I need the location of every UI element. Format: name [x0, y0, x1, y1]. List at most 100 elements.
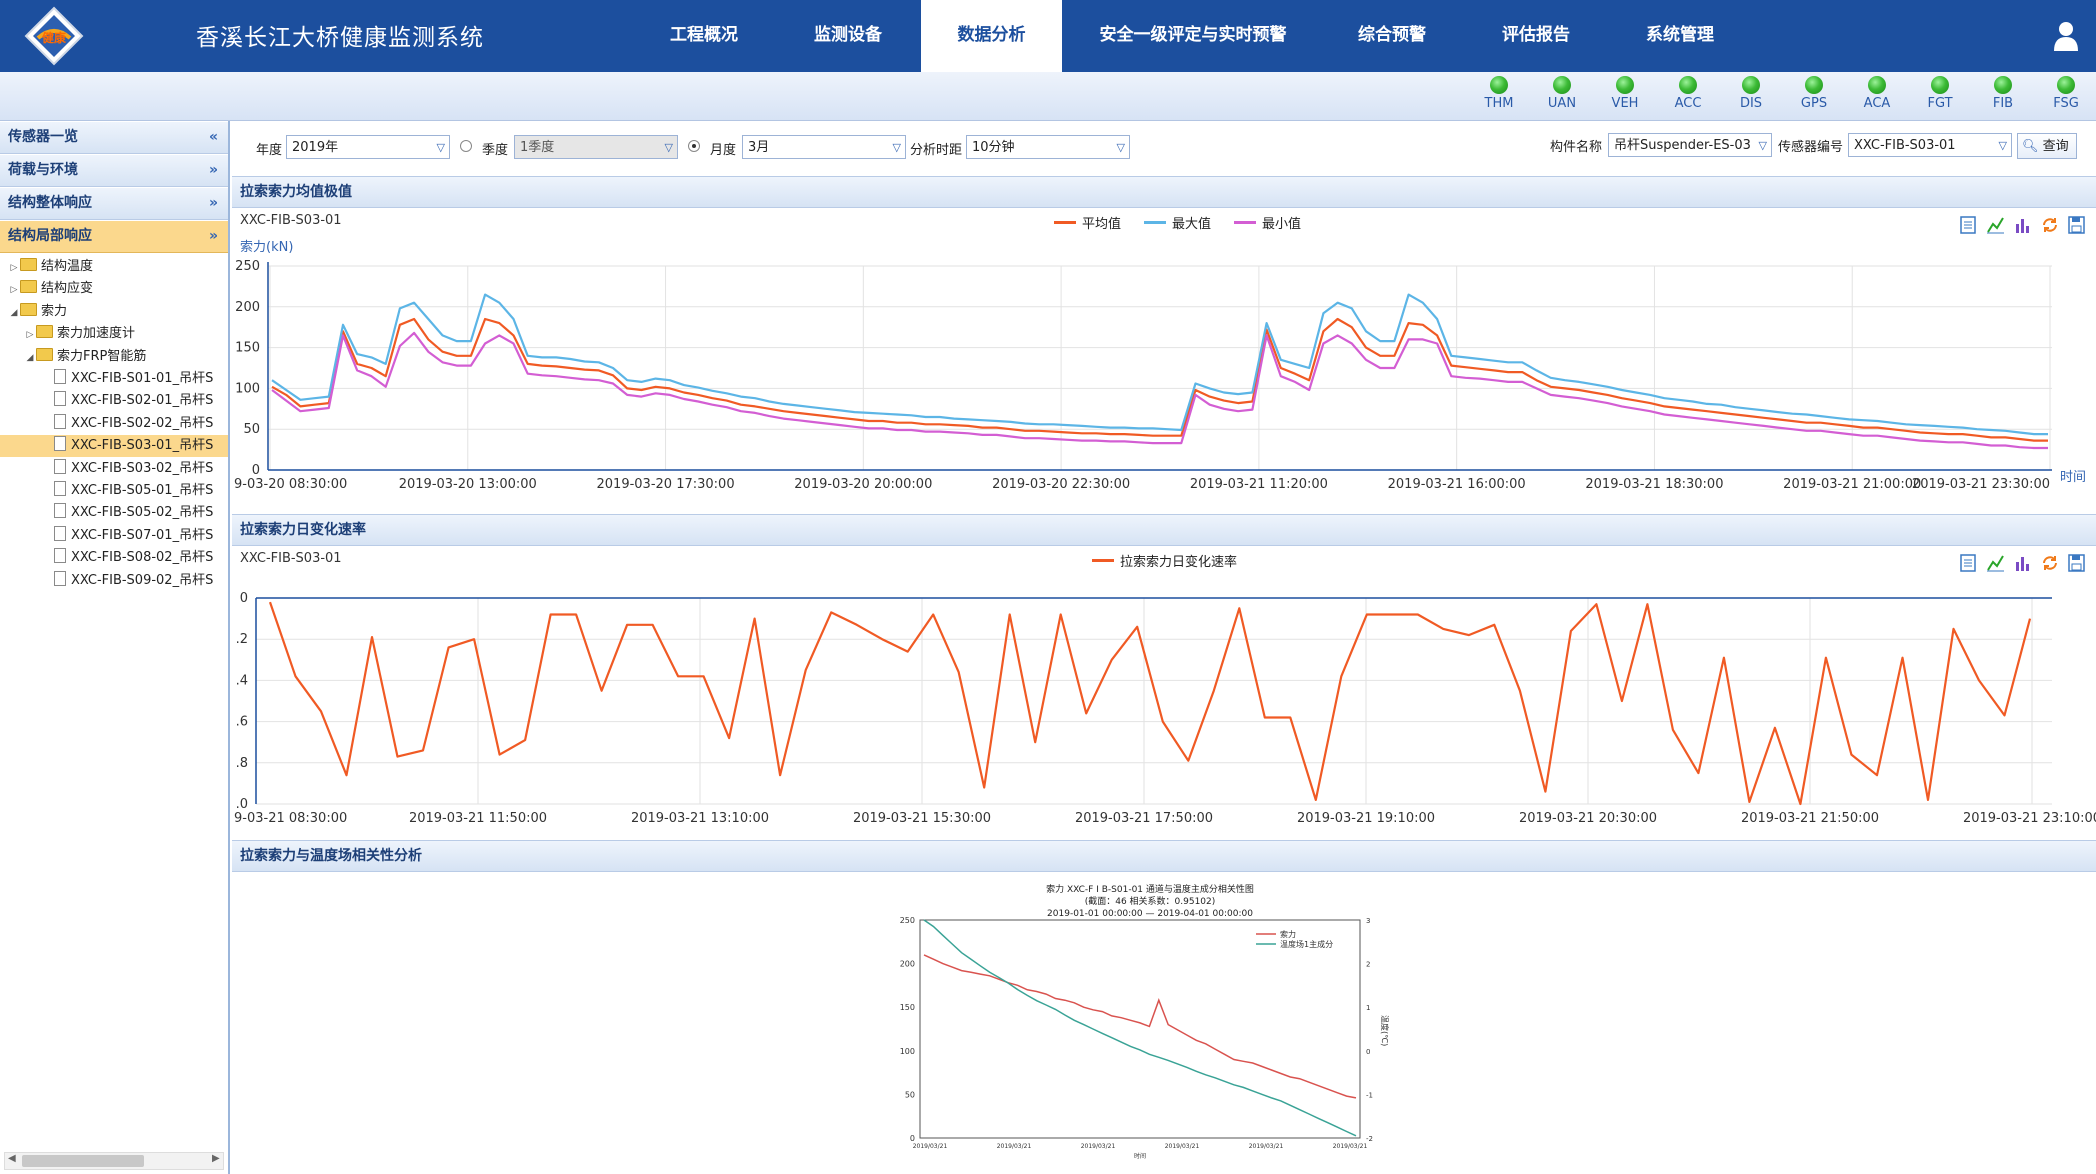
- interval-label: 分析时距: [910, 143, 963, 158]
- tree-item-sensor[interactable]: XXC-FIB-S03-01_吊杆S: [0, 435, 228, 458]
- season-select-value: 1季度: [520, 140, 555, 155]
- chevron-down-icon: ▽: [892, 141, 901, 154]
- month-radio[interactable]: [688, 140, 700, 152]
- nav-tab-comprehensive-warning[interactable]: 综合预警: [1336, 0, 1448, 72]
- line-chart-icon[interactable]: [1987, 555, 2004, 572]
- tree-item-sensor[interactable]: XXC-FIB-S02-02_吊杆S: [0, 413, 228, 435]
- data-view-icon[interactable]: [1960, 554, 1976, 572]
- tree-folder[interactable]: ▷ 结构应变: [0, 278, 228, 300]
- expand-chevron-icon[interactable]: »: [209, 155, 218, 186]
- status-indicator-aca[interactable]: ACA: [1852, 76, 1902, 111]
- y2-tick-label: -2: [1366, 1135, 1373, 1143]
- status-indicator-fsg[interactable]: FSG: [2041, 76, 2091, 111]
- nav-tab-system-management[interactable]: 系统管理: [1624, 0, 1736, 72]
- month-select[interactable]: 3月 ▽: [742, 135, 906, 159]
- tree-folder[interactable]: ▷ 索力加速度计: [0, 323, 228, 345]
- tree-folder[interactable]: ◢ 索力FRP智能筋: [0, 346, 228, 368]
- x-tick-label: 2019-03-21 15:30:00: [853, 811, 991, 826]
- tree-item-label: XXC-FIB-S02-02_吊杆S: [71, 415, 214, 431]
- document-icon: [54, 503, 66, 519]
- status-indicator-thm[interactable]: THM: [1474, 76, 1524, 111]
- tree-item-sensor[interactable]: XXC-FIB-S05-02_吊杆S: [0, 502, 228, 524]
- status-dot-icon: [1805, 76, 1823, 94]
- save-icon[interactable]: [2068, 216, 2085, 234]
- year-select[interactable]: 2019年 ▽: [286, 135, 450, 159]
- status-indicator-fib[interactable]: FIB: [1978, 76, 2028, 111]
- line-chart-icon[interactable]: [1987, 217, 2004, 234]
- y-tick-label: 250: [900, 916, 915, 925]
- sidebar-section-sensor-list[interactable]: 传感器一览 «: [0, 122, 228, 154]
- x-tick-label: 2019-03-21 17:50:00: [1075, 811, 1213, 826]
- status-indicator-gps[interactable]: GPS: [1789, 76, 1839, 111]
- legend-swatch: [1144, 221, 1166, 224]
- legend-item[interactable]: 最小值: [1234, 213, 1301, 232]
- expand-arrow-icon[interactable]: ▷: [8, 257, 20, 278]
- status-indicator-dis[interactable]: DIS: [1726, 76, 1776, 111]
- tree-item-sensor[interactable]: XXC-FIB-S09-02_吊杆S: [0, 570, 228, 592]
- tree-folder[interactable]: ◢ 索力: [0, 301, 228, 323]
- legend-item[interactable]: 拉索索力日变化速率: [1092, 551, 1237, 570]
- x-tick-label: 2019-03-21 18:30:00: [1585, 477, 1723, 492]
- season-radio[interactable]: [460, 140, 472, 152]
- tree-item-sensor[interactable]: XXC-FIB-S01-01_吊杆S: [0, 368, 228, 390]
- panel-header-mean-extreme: 拉索索力均值极值: [232, 176, 2096, 208]
- sensor-select[interactable]: XXC-FIB-S03-01 ▽: [1848, 133, 2012, 157]
- tree-item-sensor[interactable]: XXC-FIB-S08-02_吊杆S: [0, 547, 228, 569]
- tree-folder[interactable]: ▷ 结构温度: [0, 256, 228, 278]
- sidebar-section-label: 传感器一览: [8, 129, 78, 145]
- nav-tab-safety-assessment[interactable]: 安全一级评定与实时预警: [1082, 0, 1304, 72]
- data-view-icon[interactable]: [1960, 216, 1976, 234]
- collapse-chevron-icon[interactable]: »: [209, 221, 218, 252]
- bar-chart-icon[interactable]: [2016, 557, 2029, 571]
- query-button[interactable]: 🔍︎ 查询: [2017, 133, 2077, 159]
- sidebar-section-local-response[interactable]: 结构局部响应 »: [0, 221, 228, 253]
- legend-item[interactable]: 平均值: [1054, 213, 1121, 232]
- sidebar-section-load-environment[interactable]: 荷载与环境 »: [0, 155, 228, 187]
- season-select[interactable]: 1季度 ▽: [514, 135, 678, 159]
- expand-arrow-icon[interactable]: ▷: [24, 324, 36, 345]
- scrollbar-thumb[interactable]: [22, 1155, 144, 1167]
- tree-item-sensor[interactable]: XXC-FIB-S03-02_吊杆S: [0, 458, 228, 480]
- nav-tab-evaluation-report[interactable]: 评估报告: [1480, 0, 1592, 72]
- tree-item-sensor[interactable]: XXC-FIB-S02-01_吊杆S: [0, 390, 228, 412]
- y2-tick-label: 1: [1366, 1004, 1370, 1012]
- y-tick-label: 200: [235, 300, 260, 315]
- bar-chart-icon[interactable]: [2016, 219, 2029, 233]
- expand-arrow-icon[interactable]: ▷: [8, 279, 20, 300]
- status-indicator-uan[interactable]: UAN: [1537, 76, 1587, 111]
- sidebar-section-global-response[interactable]: 结构整体响应 »: [0, 188, 228, 220]
- bridge-logo-icon[interactable]: 健康: [24, 6, 84, 66]
- collapse-arrow-icon[interactable]: ◢: [24, 347, 36, 368]
- tree-item-sensor[interactable]: XXC-FIB-S05-01_吊杆S: [0, 480, 228, 502]
- chart2-daily-rate-line-chart: 0 .2 .4 .6 .8 .09-03-21 08:30:00 2019-03-21 11…: [234, 591, 2096, 826]
- user-icon[interactable]: [2052, 20, 2080, 52]
- legend-item[interactable]: 最大值: [1144, 213, 1211, 232]
- save-icon[interactable]: [2068, 554, 2085, 572]
- legend-label: 索力: [1280, 929, 1296, 939]
- tree-item-sensor[interactable]: XXC-FIB-S07-01_吊杆S: [0, 525, 228, 547]
- x-tick-label: 2019/03/21: [1249, 1143, 1284, 1150]
- chart3-title: 索力 XXC-F I B-S01-01 通道与温度主成分相关性图: [1046, 885, 1254, 895]
- collapse-chevron-icon[interactable]: «: [209, 122, 218, 153]
- x-tick-label: 2019-03-20 22:30:00: [992, 477, 1130, 492]
- status-indicator-acc[interactable]: ACC: [1663, 76, 1713, 111]
- interval-select[interactable]: 10分钟 ▽: [966, 135, 1130, 159]
- collapse-arrow-icon[interactable]: ◢: [8, 302, 20, 323]
- nav-tab-monitoring-devices[interactable]: 监测设备: [792, 0, 904, 72]
- refresh-icon[interactable]: [2043, 556, 2057, 570]
- chevron-down-icon: ▽: [1116, 141, 1125, 154]
- member-select[interactable]: 吊杆Suspender-ES-03 ▽: [1608, 133, 1772, 157]
- refresh-icon[interactable]: [2043, 218, 2057, 232]
- document-icon: [54, 436, 66, 452]
- status-indicator-veh[interactable]: VEH: [1600, 76, 1650, 111]
- status-indicator-fgt[interactable]: FGT: [1915, 76, 1965, 111]
- scroll-left-icon[interactable]: ◀: [8, 1153, 16, 1164]
- expand-chevron-icon[interactable]: »: [209, 188, 218, 219]
- plot-frame: [919, 919, 1361, 1139]
- y-tick-label: 100: [900, 1047, 915, 1056]
- nav-tab-data-analysis[interactable]: 数据分析: [921, 0, 1062, 72]
- status-dot-icon: [2057, 76, 2075, 94]
- indicator-label: UAN: [1547, 96, 1577, 111]
- scroll-right-icon[interactable]: ▶: [212, 1153, 220, 1164]
- nav-tab-project-overview[interactable]: 工程概况: [648, 0, 760, 72]
